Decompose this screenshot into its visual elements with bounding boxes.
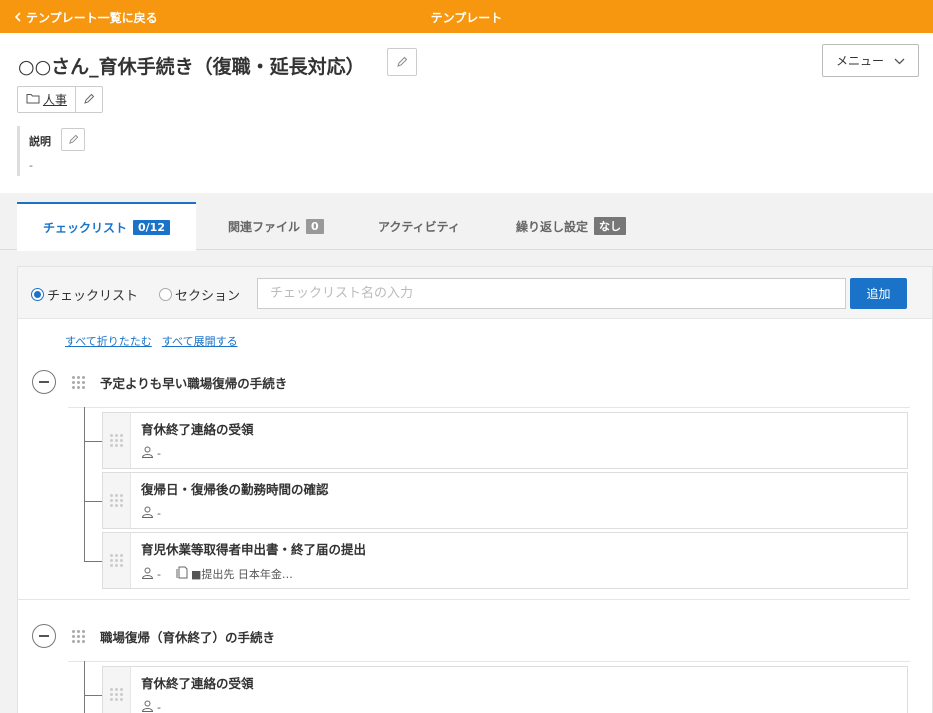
- tree-line: [84, 661, 85, 713]
- edit-title-button[interactable]: [387, 48, 417, 76]
- edit-description-button[interactable]: [61, 128, 85, 151]
- radio-checklist-label: チェックリスト: [47, 289, 139, 304]
- collapse-section-button[interactable]: [32, 370, 56, 394]
- divider: [68, 661, 910, 662]
- tree-branch: [84, 695, 102, 696]
- checklist-item[interactable]: 育児休業等取得者申出書・終了届の提出 - ■提出先 日本年金…: [102, 532, 908, 589]
- user-icon: [141, 700, 154, 713]
- folder-icon: [26, 93, 40, 107]
- checklist-name-input[interactable]: [257, 278, 846, 309]
- menu-label: メニュー: [835, 54, 884, 68]
- edit-category-button[interactable]: [76, 87, 102, 112]
- checklist-item-name: 復帰日・復帰後の勤務時間の確認: [141, 482, 329, 497]
- tab-label: 繰り返し設定: [516, 219, 589, 234]
- drag-handle-icon[interactable]: [72, 629, 85, 643]
- description-bar: [17, 126, 20, 176]
- radio-checklist[interactable]: チェックリスト: [31, 285, 138, 304]
- drag-handle-icon[interactable]: [72, 375, 85, 389]
- tree-branch: [84, 441, 102, 442]
- section-title: 職場復帰（育休終了）の手続き: [100, 629, 276, 645]
- divider: [18, 599, 910, 600]
- pencil-icon: [83, 90, 95, 109]
- drag-handle-icon: [110, 494, 123, 507]
- description-value: -: [29, 159, 33, 172]
- tab-bar: チェックリスト 0/12 関連ファイル 0 アクティビティ 繰り返し設定 なし: [0, 193, 933, 251]
- file-count-badge: 0: [306, 218, 324, 234]
- tab-checklist[interactable]: チェックリスト 0/12: [17, 202, 196, 251]
- tab-label: チェックリスト: [43, 221, 128, 235]
- document-icon: [176, 566, 188, 582]
- menu-dropdown-button[interactable]: メニュー: [822, 44, 919, 77]
- drag-handle-icon: [110, 554, 123, 567]
- tab-label: 関連ファイル: [228, 219, 301, 234]
- checklist-item[interactable]: 育休終了連絡の受領 -: [102, 412, 908, 469]
- collapse-all-link[interactable]: すべて折りたたむ: [65, 333, 152, 349]
- radio-selected-icon: [31, 288, 44, 301]
- user-icon: [141, 567, 154, 582]
- drag-handle[interactable]: [103, 413, 131, 468]
- checklist-item-meta: - ■提出先 日本年金…: [141, 566, 293, 582]
- drag-handle[interactable]: [103, 533, 131, 588]
- page-title: ○○さん_育休手続き（復職・延長対応）: [18, 56, 365, 78]
- tab-label: アクティビティ: [378, 219, 460, 234]
- tree-branch: [84, 501, 102, 502]
- pencil-icon: [396, 53, 408, 72]
- category-link[interactable]: 人事: [18, 87, 77, 112]
- tab-related-files[interactable]: 関連ファイル 0: [202, 202, 350, 250]
- assignee-value: -: [157, 567, 161, 581]
- top-bar: テンプレート一覧に戻る テンプレート: [0, 0, 933, 33]
- user-icon: [141, 446, 154, 461]
- description-label: 説明: [29, 135, 51, 148]
- tab-repeat-settings[interactable]: 繰り返し設定 なし: [490, 202, 652, 250]
- checklist-count-badge: 0/12: [133, 220, 170, 235]
- drag-handle[interactable]: [103, 667, 131, 713]
- collapse-section-button[interactable]: [32, 624, 56, 648]
- checklist-item[interactable]: 育休終了連絡の受領 -: [102, 666, 908, 713]
- chevron-down-icon: [894, 54, 905, 68]
- drag-handle[interactable]: [103, 473, 131, 528]
- checklist-item-meta: -: [141, 506, 161, 521]
- category-tag: 人事: [17, 86, 104, 113]
- assignee-value: -: [157, 507, 161, 520]
- drag-handle-icon: [110, 688, 123, 701]
- checklist-item-name: 育休終了連絡の受領: [141, 676, 254, 691]
- assignee-value: -: [157, 701, 161, 713]
- section-header: 予定よりも早い職場復帰の手続き: [32, 367, 287, 397]
- tree-line: [84, 407, 85, 562]
- tab-activity[interactable]: アクティビティ: [352, 202, 486, 250]
- attachment-text: ■提出先 日本年金…: [190, 568, 293, 581]
- drag-handle-icon: [110, 434, 123, 447]
- attachment: ■提出先 日本年金…: [176, 566, 293, 582]
- repeat-status-badge: なし: [594, 217, 627, 235]
- checklist-item-name: 育児休業等取得者申出書・終了届の提出: [141, 542, 367, 557]
- minus-icon: [39, 381, 49, 383]
- section-title: 予定よりも早い職場復帰の手続き: [100, 375, 288, 391]
- divider: [68, 407, 910, 408]
- expand-collapse-links: すべて折りたたむ すべて展開する: [65, 333, 238, 349]
- checklist-item-meta: -: [141, 700, 161, 713]
- tree-branch: [84, 561, 102, 562]
- expand-all-link[interactable]: すべて展開する: [162, 333, 238, 349]
- minus-icon: [39, 635, 49, 637]
- template-header: ○○さん_育休手続き（復職・延長対応） メニュー 人事 説明 -: [0, 33, 933, 193]
- top-bar-title: テンプレート: [430, 11, 503, 25]
- radio-section-label: セクション: [175, 289, 241, 304]
- radio-unselected-icon: [159, 288, 172, 301]
- assignee-value: -: [157, 447, 161, 460]
- section-header: 職場復帰（育休終了）の手続き: [32, 621, 275, 651]
- checklist-item[interactable]: 復帰日・復帰後の勤務時間の確認 -: [102, 472, 908, 529]
- checklist-item-name: 育休終了連絡の受領: [141, 422, 254, 437]
- checklist-panel: チェックリスト セクション 追加 すべて折りたたむ すべて展開する 予定よりも早…: [17, 266, 933, 713]
- pencil-icon: [68, 130, 79, 149]
- checklist-item-meta: -: [141, 446, 161, 461]
- add-button[interactable]: 追加: [850, 278, 907, 309]
- radio-section[interactable]: セクション: [159, 285, 240, 304]
- category-name: 人事: [43, 93, 68, 107]
- add-checklist-bar: チェックリスト セクション 追加: [18, 267, 932, 319]
- user-icon: [141, 506, 154, 521]
